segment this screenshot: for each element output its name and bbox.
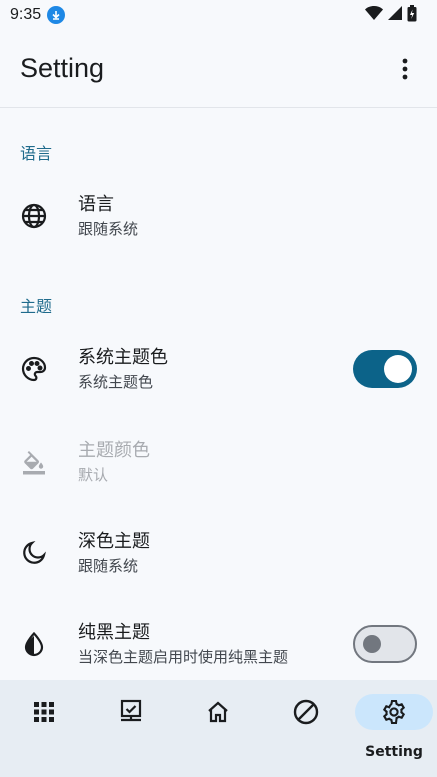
apps-grid-icon xyxy=(5,694,83,730)
setting-subtitle: 跟随系统 xyxy=(78,220,139,238)
setting-item-system-color[interactable]: 系统主题色 系统主题色 xyxy=(0,334,437,404)
wifi-icon xyxy=(365,5,383,25)
more-options-icon[interactable] xyxy=(393,57,417,81)
app-bar: Setting xyxy=(0,30,437,108)
setting-subtitle: 跟随系统 xyxy=(78,557,139,575)
page-title: Setting xyxy=(20,53,105,83)
section-header-language: 语言 xyxy=(20,144,53,163)
setting-subtitle: 系统主题色 xyxy=(78,373,154,391)
download-icon xyxy=(47,6,66,24)
nav-label-setting: Setting xyxy=(365,744,423,760)
setting-item-dark-theme[interactable]: 深色主题 跟随系统 xyxy=(0,518,437,588)
setting-title: 系统主题色 xyxy=(78,347,168,368)
battery-icon xyxy=(407,4,417,26)
nav-item-setting[interactable]: Setting xyxy=(354,694,434,762)
contrast-drop-icon xyxy=(20,630,48,658)
setting-title: 纯黑主题 xyxy=(78,622,150,643)
nav-item-block[interactable] xyxy=(266,694,346,762)
setting-item-pure-black[interactable]: 纯黑主题 当深色主题启用时使用纯黑主题 xyxy=(0,609,437,679)
setting-subtitle: 当深色主题启用时使用纯黑主题 xyxy=(78,648,289,666)
setting-subtitle: 默认 xyxy=(78,466,109,484)
setting-item-language[interactable]: 语言 跟随系统 xyxy=(0,181,437,251)
bottom-navigation: Setting xyxy=(0,680,437,777)
toggle-knob xyxy=(384,355,412,383)
status-bar: 9:35 xyxy=(0,0,437,30)
globe-icon xyxy=(20,202,48,230)
paint-bucket-icon xyxy=(20,448,48,476)
nav-item-home[interactable] xyxy=(178,694,258,762)
palette-icon xyxy=(20,355,48,383)
home-icon xyxy=(179,694,257,730)
block-icon xyxy=(267,694,345,730)
system-color-toggle[interactable] xyxy=(353,350,417,388)
pure-black-toggle[interactable] xyxy=(353,625,417,663)
setting-item-theme-color: 主题颜色 默认 xyxy=(0,427,437,497)
setting-title: 语言 xyxy=(78,194,114,215)
toggle-knob xyxy=(363,635,381,653)
nav-item-apps[interactable] xyxy=(4,694,84,762)
monitor-check-icon xyxy=(92,694,170,730)
settings-gear-icon xyxy=(355,694,433,730)
moon-icon xyxy=(20,539,48,567)
nav-item-monitor[interactable] xyxy=(91,694,171,762)
status-time: 9:35 xyxy=(10,6,42,23)
section-header-theme: 主题 xyxy=(20,297,53,316)
setting-title: 主题颜色 xyxy=(78,440,150,461)
setting-title: 深色主题 xyxy=(78,531,150,552)
signal-icon xyxy=(387,5,403,25)
